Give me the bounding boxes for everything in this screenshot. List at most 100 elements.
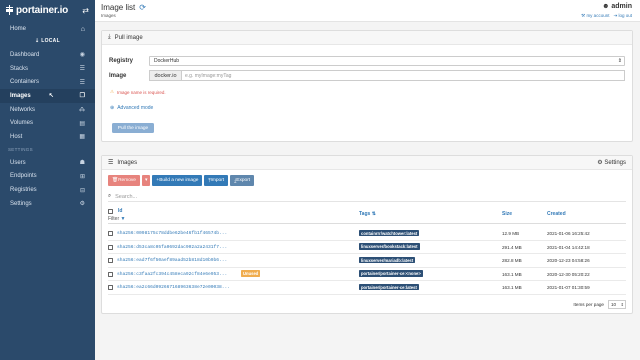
table-row: sha256:d53ca8c05fa0692dac902a2a2431f7...…: [108, 241, 626, 254]
sidebar-item-users[interactable]: Users ☗: [0, 156, 95, 170]
select-caret-icon: ⇕: [620, 301, 624, 307]
sidebar-item-label: Home: [10, 26, 27, 32]
registry-select[interactable]: DockerHub ⇕: [149, 56, 625, 66]
table-row: sha256:0098175c78ddbe62be46fb1f46574b...…: [108, 227, 626, 241]
sidebar: portainer.io ⇄ Home ⌂ ⇣ LOCAL Dashboard …: [0, 0, 95, 360]
registry-prefix: docker.io: [149, 70, 182, 81]
sidebar-item-home[interactable]: Home ⌂: [0, 20, 95, 38]
image-row: Image docker.io e.g. myImage:myTag: [109, 70, 625, 81]
registry-label: Registry: [109, 58, 134, 64]
select-all-checkbox[interactable]: [108, 209, 113, 214]
sidebar-item-label: Stacks: [10, 65, 29, 72]
row-checkbox[interactable]: [108, 231, 113, 236]
image-size: 163.1 MB: [502, 285, 522, 290]
sidebar-item-host[interactable]: Host ▦: [0, 130, 95, 144]
sidebar-item-stacks[interactable]: Stacks ☰: [0, 62, 95, 76]
image-size: 291.4 MB: [502, 244, 522, 250]
image-actions: 🗑 Remove ▾ + Build a new image ⤒ Import …: [108, 175, 255, 186]
sidebar-item-endpoints[interactable]: Endpoints ⊞: [0, 170, 95, 184]
import-button[interactable]: ⤒ Import: [204, 175, 229, 186]
table-settings-button[interactable]: ⚙ Settings: [597, 159, 626, 166]
image-size: 282.8 MB: [502, 258, 522, 263]
arrows-swap-icon[interactable]: ⇄: [82, 6, 89, 15]
user-icon: ☻: [602, 3, 612, 10]
column-created[interactable]: Created: [547, 211, 566, 217]
export-button[interactable]: ⤓ Export: [230, 175, 255, 186]
sidebar-item-label: Endpoints: [10, 173, 37, 180]
pull-image-header: ⤓ Pull image: [102, 31, 632, 45]
images-icon: ❐: [79, 93, 85, 100]
column-size[interactable]: Size: [502, 211, 512, 217]
sidebar-item-settings[interactable]: Settings ⚙: [0, 197, 95, 211]
table-row: sha256:ea2c66d092667168963638e72e00038..…: [108, 281, 626, 295]
image-created: 2021-01-07 01:30:59: [547, 285, 590, 290]
sidebar-item-label: Users: [10, 159, 26, 166]
table-row: sha256:c3faa2fc394c458eca92cf84e6e953...…: [108, 268, 626, 281]
log-out-link[interactable]: ⇥ log out: [613, 13, 632, 19]
endpoint-label: ⇣ LOCAL: [35, 38, 60, 44]
image-label: Image: [109, 72, 127, 79]
search-input[interactable]: Search...: [115, 194, 137, 200]
search-bar[interactable]: ⌕ Search...: [108, 192, 626, 202]
sidebar-item-label: Images: [10, 92, 31, 99]
sidebar-item-label: Settings: [10, 200, 32, 207]
sidebar-item-dashboard[interactable]: Dashboard ◉: [0, 48, 95, 62]
build-image-button[interactable]: + Build a new image: [152, 175, 203, 186]
home-icon: ⌂: [80, 25, 85, 33]
image-id-link[interactable]: sha256:0098175c78ddbe62be46fb1f46574b...: [117, 231, 227, 236]
image-tag: portainer/portainer-ce:latest: [359, 283, 419, 291]
row-checkbox[interactable]: [108, 244, 113, 250]
sidebar-item-images[interactable]: Images ↖ ❐: [0, 89, 95, 103]
sort-icon: ⇅: [371, 211, 376, 217]
search-icon: ⌕: [108, 193, 112, 199]
sidebar-item-volumes[interactable]: Volumes ▤: [0, 116, 95, 130]
row-checkbox[interactable]: [108, 258, 113, 263]
sidebar-item-label: Registries: [10, 187, 37, 194]
my-account-link[interactable]: ⚒ my account: [581, 13, 609, 19]
sidebar-item-label: Host: [10, 133, 23, 140]
image-required-warning: ⚠ Image name is required.: [110, 89, 166, 95]
image-name-input[interactable]: e.g. myImage:myTag: [182, 70, 625, 81]
networks-icon: ⁂: [79, 107, 85, 114]
row-checkbox[interactable]: [108, 285, 113, 290]
advanced-mode-link[interactable]: ⊕ Advanced mode: [110, 105, 153, 111]
caret-down-icon: ▾: [144, 178, 148, 183]
dashboard-icon: ◉: [79, 52, 85, 59]
image-id-link[interactable]: sha256:ead7f6f50aef89aad52b818d10b9b6...: [117, 258, 227, 263]
image-id-link[interactable]: sha256:d53ca8c05fa0692dac902a2a2431f7...: [117, 245, 227, 250]
plus-circle-icon: ⊕: [110, 105, 115, 111]
users-icon: ☗: [79, 160, 85, 167]
page-header: Image list ⟳ Images ☻ admin ⚒ my account…: [95, 0, 640, 22]
remove-button[interactable]: 🗑 Remove: [108, 175, 140, 186]
filter-label[interactable]: Filter ▼: [108, 216, 125, 222]
image-created: 2021-01-04 14:42:18: [547, 244, 590, 250]
containers-icon: ☰: [79, 79, 85, 86]
pull-image-button[interactable]: Pull the image: [112, 123, 154, 133]
column-tags[interactable]: Tags ⇅: [359, 211, 376, 217]
image-id-link[interactable]: sha256:c3faa2fc394c458eca92cf84e6e953...: [117, 272, 227, 277]
image-created: 2021-01-06 16:25:42: [547, 231, 590, 236]
column-id[interactable]: Id: [118, 208, 122, 214]
image-created: 2020-12-23 04:58:26: [547, 258, 590, 263]
sidebar-item-registries[interactable]: Registries ⊟: [0, 183, 95, 197]
endpoints-icon: ⊞: [79, 173, 85, 180]
unused-badge: Unused: [241, 270, 261, 277]
sidebar-item-networks[interactable]: Networks ⁂: [0, 103, 95, 117]
sidebar-item-containers[interactable]: Containers ☰: [0, 75, 95, 89]
portainer-logo[interactable]: portainer.io: [6, 5, 68, 16]
user-menu: ☻ admin: [602, 3, 632, 10]
pull-image-panel: ⤓ Pull image Registry DockerHub ⇕ Image …: [101, 30, 633, 142]
remove-dropdown-button[interactable]: ▾: [141, 175, 151, 186]
image-size: 12.9 MB: [502, 231, 520, 236]
sidebar-item-label: Networks: [10, 106, 36, 113]
refresh-icon[interactable]: ⟳: [139, 3, 146, 12]
sidebar-item-label: Dashboard: [10, 51, 40, 58]
items-per-page-label: Items per page: [573, 301, 604, 307]
items-per-page-select[interactable]: 10 ⇕: [608, 299, 626, 309]
sidebar-item-label: Volumes: [10, 120, 34, 127]
image-tag: portainer/portainer-ce:<none>: [359, 270, 423, 277]
images-panel: ☰ Images ⚙ Settings 🗑 Remove ▾ + Build a…: [101, 155, 633, 314]
image-id-link[interactable]: sha256:ea2c66d092667168963638e72e00038..…: [117, 285, 230, 290]
row-checkbox[interactable]: [108, 271, 113, 277]
warning-icon: ⚠: [110, 89, 115, 94]
